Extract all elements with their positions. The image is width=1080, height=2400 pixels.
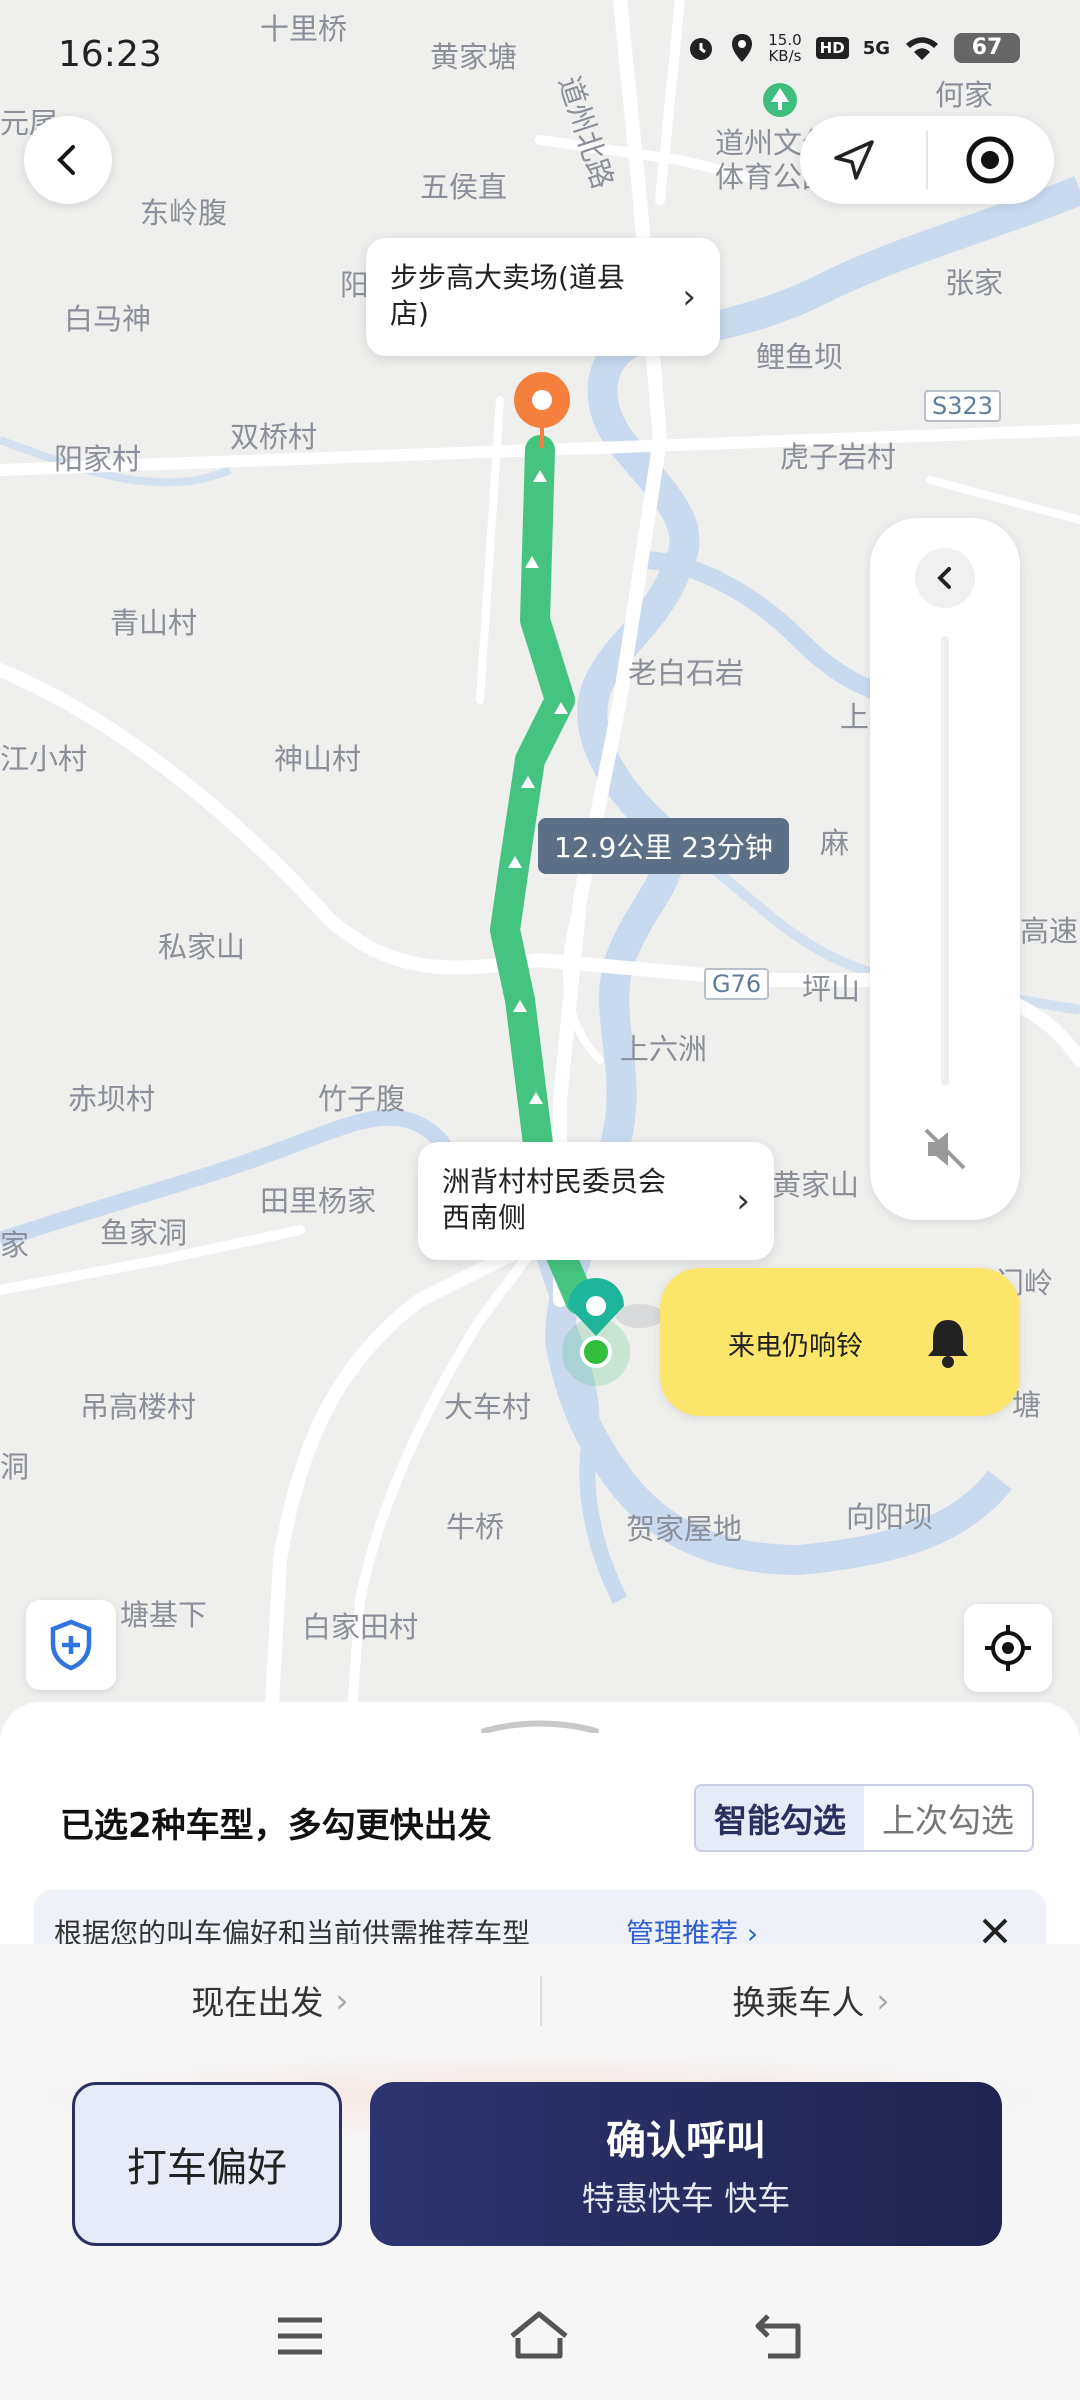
- ring-reminder-text: 来电仍响铃: [728, 1331, 863, 1362]
- status-time: 16:23: [58, 34, 162, 75]
- close-icon[interactable]: [980, 1916, 1010, 1946]
- place-label: 虎子岩村: [780, 440, 897, 474]
- place-label: 五侯直: [420, 170, 508, 204]
- place-label: 东岭腹: [140, 196, 228, 230]
- action-footer: 现在出发 › 换乘车人 › 打车偏好 确认呼叫 特惠快车 快车: [0, 1944, 1080, 2400]
- place-label: 坪山: [802, 972, 861, 1006]
- place-label: 双桥村: [230, 420, 318, 454]
- chevron-right-icon: ›: [876, 1980, 890, 2020]
- origin-name: 洲背村村民委员会西南侧: [442, 1165, 667, 1234]
- ride-preference-button[interactable]: 打车偏好: [72, 2082, 342, 2246]
- chevron-right-icon: ›: [736, 1181, 750, 1221]
- alarm-icon: [690, 38, 713, 60]
- locate-me-button[interactable]: [964, 1604, 1052, 1692]
- place-label: 十里桥: [260, 12, 348, 46]
- place-label: 大车村: [444, 1390, 532, 1424]
- net-speed: 15.0 KB/s: [768, 32, 801, 64]
- place-label: 张家: [945, 266, 1004, 300]
- place-label: 贺家屋地: [626, 1512, 743, 1546]
- place-label: 阳: [340, 268, 370, 302]
- route-summary: 12.9公里 23分钟: [538, 818, 789, 874]
- place-label: 赤坝村: [68, 1082, 156, 1116]
- chevron-right-icon: ›: [682, 277, 696, 317]
- map-view[interactable]: 十里桥 黄家塘 何家 元尾 道州北路 道州文化 体育公园 五侯直 东岭腹 张家 …: [0, 0, 1080, 1740]
- place-label: 老白石岩: [628, 656, 745, 690]
- network-type: 5G: [862, 37, 890, 59]
- place-label: 白马神: [64, 302, 152, 336]
- place-label: 田里杨家: [260, 1184, 377, 1218]
- volume-collapse-button[interactable]: [915, 548, 975, 608]
- bell-icon: [928, 1320, 968, 1368]
- target-icon: [966, 136, 1014, 184]
- place-label: 鲤鱼坝: [756, 340, 844, 374]
- origin-callout[interactable]: 洲背村村民委员会西南侧 ›: [418, 1142, 774, 1260]
- place-label: 牛桥: [446, 1510, 505, 1544]
- road-tag-s323: S323: [924, 390, 1002, 422]
- pill-divider: [926, 130, 928, 190]
- location-icon: [732, 34, 753, 62]
- destination-name: 步步高大卖场(道县店): [390, 261, 625, 330]
- selection-mode-toggle: 智能勾选 上次勾选: [694, 1784, 1034, 1852]
- chevron-right-icon: ›: [335, 1980, 349, 2020]
- place-label: 上: [840, 700, 870, 734]
- crosshair-icon: [985, 1625, 1031, 1671]
- confirm-call-subtitle: 特惠快车 快车: [581, 2179, 791, 2218]
- place-label: 鱼家洞: [100, 1216, 188, 1250]
- place-label: 向阳坝: [846, 1500, 934, 1534]
- status-icons: 15.0 KB/s HD 5G 67: [686, 32, 1020, 64]
- back-button[interactable]: [24, 116, 112, 204]
- place-label: 塘基下: [120, 1598, 208, 1632]
- tab-smart-select[interactable]: 智能勾选: [696, 1786, 864, 1850]
- place-label: 私家山: [158, 930, 246, 964]
- road-tag-g76: G76: [704, 968, 770, 1000]
- volume-panel: [870, 518, 1020, 1220]
- place-label: 青山村: [110, 606, 198, 640]
- back-nav-icon[interactable]: [754, 2312, 804, 2360]
- place-label: 吊高楼村: [80, 1390, 197, 1424]
- destination-callout[interactable]: 步步高大卖场(道县店) ›: [366, 238, 720, 356]
- navigate-arrow-icon: [834, 140, 874, 180]
- map-tools-pill: [800, 116, 1054, 204]
- place-label: 黄家山: [772, 1168, 860, 1202]
- place-label: 江小村: [0, 742, 88, 776]
- hd-badge: HD: [815, 37, 849, 59]
- home-icon[interactable]: [508, 2310, 570, 2360]
- battery-level: 67: [954, 33, 1020, 63]
- wifi-icon: [906, 37, 938, 60]
- place-label: 洞: [0, 1450, 30, 1484]
- place-label: 黄家塘: [430, 40, 518, 74]
- confirm-call-title: 确认呼叫: [606, 2118, 766, 2164]
- panel-title: 已选2种车型，多勾更快出发: [60, 1806, 492, 1846]
- safety-center-button[interactable]: [26, 1600, 116, 1690]
- menu-icon[interactable]: [276, 2316, 324, 2356]
- place-label: 竹子腹: [318, 1082, 406, 1116]
- back-arrow-icon: [57, 145, 75, 175]
- depart-time-selector[interactable]: 现在出发 ›: [0, 1958, 540, 2042]
- change-passenger-selector[interactable]: 换乘车人 ›: [542, 1958, 1080, 2042]
- depart-time-label: 现在出发: [191, 1983, 324, 2022]
- recenter-target-button[interactable]: [964, 134, 1016, 190]
- place-label: 上六洲: [620, 1032, 708, 1066]
- system-nav-bar: [0, 2274, 1080, 2400]
- place-label: 神山村: [274, 742, 362, 776]
- sheet-handle[interactable]: [480, 1718, 600, 1734]
- ring-reminder-card[interactable]: 来电仍响铃: [660, 1268, 1020, 1416]
- volume-muted-icon[interactable]: [920, 1124, 970, 1174]
- volume-slider[interactable]: [941, 636, 949, 1086]
- net-speed-unit: KB/s: [768, 47, 802, 65]
- place-label: 白家田村: [302, 1610, 419, 1644]
- place-label: 何家: [935, 78, 994, 112]
- shield-icon: [50, 1619, 92, 1671]
- tab-last-select[interactable]: 上次勾选: [864, 1786, 1032, 1850]
- place-label: 家: [0, 1228, 30, 1262]
- chevron-left-icon: [937, 567, 951, 589]
- confirm-call-button[interactable]: 确认呼叫 特惠快车 快车: [370, 2082, 1002, 2246]
- net-speed-value: 15.0: [768, 31, 802, 49]
- navigate-button[interactable]: [830, 136, 878, 188]
- place-label: 麻: [820, 826, 850, 860]
- place-label: 阳家村: [54, 442, 142, 476]
- change-passenger-label: 换乘车人: [732, 1983, 865, 2022]
- park-icon: [763, 83, 797, 117]
- place-label: 高速: [1020, 914, 1079, 948]
